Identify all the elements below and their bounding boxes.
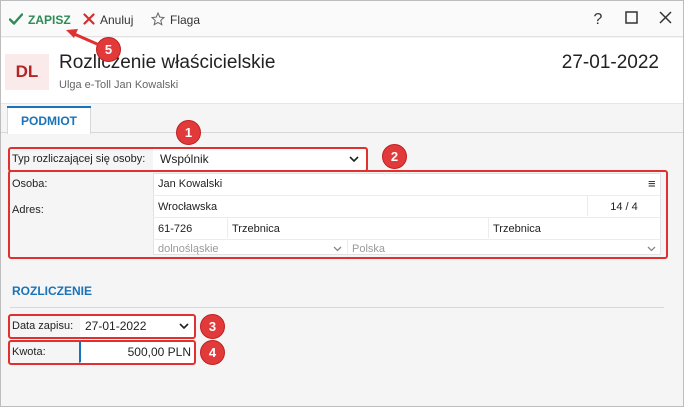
marker-1: 1	[176, 120, 201, 145]
section-divider	[10, 307, 664, 308]
marker-4: 4	[200, 340, 225, 365]
marker-2: 2	[382, 144, 407, 169]
highlight-box-3	[8, 314, 196, 339]
section-title-rozliczenie: ROZLICZENIE	[12, 284, 92, 298]
maximize-icon	[624, 11, 638, 29]
tab-bar: PODMIOT	[1, 104, 683, 134]
marker-5: 5	[96, 37, 121, 62]
avatar: DL	[5, 54, 49, 90]
marker-3: 3	[200, 314, 225, 339]
page-subtitle: Ulga e-Toll Jan Kowalski	[59, 79, 179, 91]
toolbar: ZAPISZ Anuluj Flaga ?	[1, 1, 683, 37]
x-icon	[83, 12, 95, 28]
highlight-box-4	[8, 340, 196, 365]
check-icon	[8, 12, 24, 28]
star-icon	[150, 11, 166, 29]
page-title: Rozliczenie właścicielskie	[59, 52, 276, 73]
tab-podmiot[interactable]: PODMIOT	[7, 106, 91, 134]
cancel-label: Anuluj	[100, 13, 134, 27]
save-button[interactable]: ZAPISZ	[8, 11, 71, 29]
highlight-box-address	[8, 170, 668, 259]
cancel-button[interactable]: Anuluj	[83, 11, 133, 29]
help-button[interactable]: ?	[588, 10, 608, 30]
flag-button[interactable]: Flaga	[150, 11, 201, 29]
help-icon: ?	[593, 11, 603, 28]
close-icon	[658, 11, 672, 29]
close-button[interactable]	[655, 10, 675, 30]
maximize-button[interactable]	[621, 10, 641, 30]
header-date: 27-01-2022	[561, 52, 659, 73]
highlight-box-2	[8, 147, 368, 172]
flag-label: Flaga	[170, 13, 201, 27]
tab-label: PODMIOT	[21, 113, 77, 128]
save-label: ZAPISZ	[28, 13, 71, 27]
